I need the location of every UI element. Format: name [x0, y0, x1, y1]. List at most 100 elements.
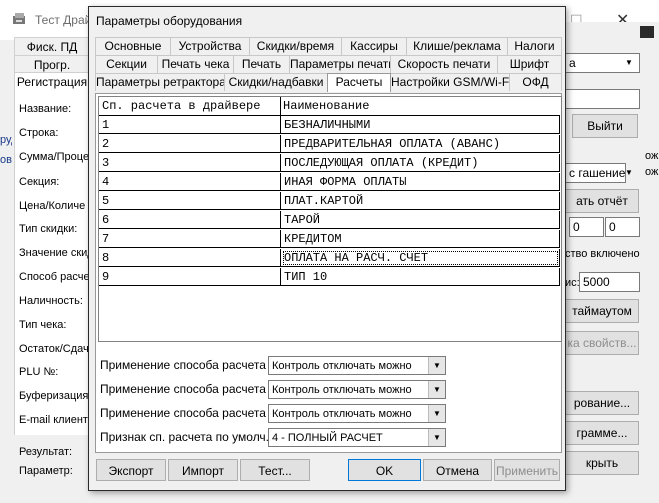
background-window-title: Тест Драй [35, 13, 92, 27]
import-button[interactable]: Импорт [168, 459, 238, 481]
tab-print-params[interactable]: Параметры печати [289, 55, 391, 73]
export-button[interactable]: Экспорт [96, 459, 166, 481]
tab-discounts-surcharges[interactable]: Скидки/надбавки [224, 73, 328, 91]
grid-cell-number[interactable]: 2 [99, 135, 281, 153]
select-value: 4 - ПОЛНЫЙ РАСЧЕТ [272, 432, 383, 444]
bg-field[interactable] [565, 89, 640, 109]
bg-label: PLU №: [19, 366, 59, 378]
chevron-down-icon[interactable]: ▼ [428, 357, 445, 374]
grid-cell-name[interactable]: ИНАЯ ФОРМА ОПЛАТЫ [281, 173, 560, 191]
tab-gsm-wifi[interactable]: Настройки GSM/Wi-Fi [390, 73, 510, 91]
grid-cell-number[interactable]: 3 [99, 154, 281, 172]
bg-panel [14, 90, 93, 435]
tab-print[interactable]: Печать [233, 55, 290, 73]
tab-payments[interactable]: Расчеты [327, 73, 391, 92]
grid-cell-number[interactable]: 7 [99, 230, 281, 248]
bg-timeout-field[interactable]: 5000 [579, 272, 640, 292]
tab-sections[interactable]: Секции [95, 55, 158, 73]
bg-enabled-text: ство включено [565, 248, 640, 260]
bg-combo-mode[interactable]: с гашение [565, 163, 626, 183]
grid-cell-name[interactable]: ПЛАТ.КАРТОЙ [281, 192, 560, 210]
equipment-params-dialog: Параметры оборудования Основные Устройст… [88, 6, 566, 491]
grid-cell-number[interactable]: 8 [99, 249, 281, 267]
grid-cell-number[interactable]: 1 [99, 116, 281, 134]
dialog-title: Параметры оборудования [96, 14, 243, 28]
bg-report-button[interactable]: ать отчёт [565, 189, 639, 213]
grid-cell-number[interactable]: 6 [99, 211, 281, 229]
payment-types-grid[interactable]: Сп. расчета в драйвере Наименование 1 БЕ… [98, 96, 562, 342]
bg-label: Тип чека: [19, 319, 67, 331]
bg-edge-text: рудо [0, 134, 12, 146]
chevron-down-icon[interactable]: ▼ [428, 381, 445, 398]
bg-label: Наличность: [19, 295, 83, 307]
payment-method-3-select[interactable]: Контроль отключать можно ▼ [268, 404, 446, 423]
bg-timeout-button[interactable]: таймаутом [565, 299, 639, 323]
grid-cell-number[interactable]: 9 [99, 268, 281, 286]
default-payment-sign-select[interactable]: 4 - ПОЛНЫЙ РАСЧЕТ ▼ [268, 428, 446, 447]
grid-cell-name[interactable]: ТАРОЙ [281, 211, 560, 229]
tab-retractor[interactable]: Параметры ретрактора [95, 73, 225, 91]
grid-cell-number[interactable]: 5 [99, 192, 281, 210]
bg-result-label: Результат: [19, 446, 73, 458]
tab-receipt-print[interactable]: Печать чека [157, 55, 234, 73]
bg-button[interactable]: крыть [565, 451, 639, 475]
tab-print-speed[interactable]: Скорость печати [390, 55, 498, 73]
bg-label: Способ расчет [19, 271, 95, 283]
payment-method-3-label: Применение способа расчета 3: [100, 406, 280, 420]
tab-ofd[interactable]: ОФД [509, 73, 562, 91]
toolbar-icon[interactable] [640, 26, 654, 38]
payments-panel: Сп. расчета в драйвере Наименование 1 БЕ… [95, 93, 562, 453]
chevron-down-icon[interactable]: ▼ [428, 429, 445, 446]
tab-cashiers[interactable]: Кассиры [341, 37, 407, 55]
grid-cell-name[interactable]: ПОСЛЕДУЮЩАЯ ОПЛАТА (КРЕДИТ) [281, 154, 560, 172]
test-button[interactable]: Тест... [240, 459, 310, 481]
default-payment-sign-label: Признак сп. расчета по умолч.: [100, 430, 273, 444]
payment-method-2-select[interactable]: Контроль отключать можно ▼ [268, 380, 446, 399]
payment-method-1-label: Применение способа расчета 1: [100, 358, 280, 372]
tab-taxes[interactable]: Налоги [507, 37, 562, 55]
bg-exit-button[interactable]: Выйти [572, 114, 638, 138]
bg-label: Сумма/Проце [19, 151, 90, 163]
bg-tab-fisk[interactable]: Фиск. ПД [14, 37, 90, 57]
bg-param-label: Параметр: [19, 465, 73, 477]
tabs-row-1: Основные Устройства Скидки/время Кассиры… [95, 37, 562, 56]
tab-font[interactable]: Шрифт [497, 55, 562, 73]
ok-button[interactable]: OK [348, 459, 421, 481]
bg-label: E-mail клиента [19, 414, 94, 426]
bg-edge-text: ожн [645, 150, 659, 162]
bg-tab-registration[interactable]: Регистрация [14, 72, 90, 92]
grid-cell-number[interactable]: 4 [99, 173, 281, 191]
select-value: Контроль отключать можно [272, 384, 412, 396]
select-value: Контроль отключать можно [272, 360, 412, 372]
grid-cell-name-selected[interactable]: ОПЛАТА НА РАСЧ. СЧЕТ [281, 249, 560, 267]
bg-small-field[interactable]: 0 [569, 217, 604, 237]
chevron-down-icon[interactable]: ▼ [622, 54, 636, 71]
bg-small-field[interactable]: 0 [605, 217, 640, 237]
tab-discounts-time[interactable]: Скидки/время [249, 37, 342, 55]
grid-cell-name[interactable]: ПРЕДВАРИТЕЛЬНАЯ ОПЛАТА (АВАНС) [281, 135, 560, 153]
tab-osnovnye[interactable]: Основные [95, 37, 171, 55]
chevron-down-icon[interactable]: ▼ [622, 164, 636, 181]
select-value: Контроль отключать можно [272, 408, 412, 420]
grid-header-name[interactable]: Наименование [281, 97, 560, 116]
bg-label: Строка: [19, 127, 59, 139]
apply-button: Применить [494, 459, 560, 481]
grid-header-driver-type[interactable]: Сп. расчета в драйвере [99, 97, 281, 116]
tab-devices[interactable]: Устройства [170, 37, 250, 55]
payment-method-2-label: Применение способа расчета 2: [100, 382, 280, 396]
cancel-button[interactable]: Отмена [423, 459, 492, 481]
bg-button[interactable]: рование... [565, 391, 639, 415]
bg-label: Остаток/Сдач [19, 343, 89, 355]
bg-label: Цена/Количе [19, 200, 86, 212]
chevron-down-icon[interactable]: ▼ [428, 405, 445, 422]
grid-cell-name[interactable]: КРЕДИТОМ [281, 230, 560, 248]
payment-method-1-select[interactable]: Контроль отключать можно ▼ [268, 356, 446, 375]
tab-cliche[interactable]: Клише/реклама [406, 37, 508, 55]
grid-cell-name[interactable]: БЕЗНАЛИЧНЫМИ [281, 116, 560, 134]
bg-label: Название: [19, 103, 72, 115]
bg-edge-text: ов [0, 154, 12, 166]
bg-label: Тип скидки: [19, 223, 78, 235]
bg-label: Секция: [19, 176, 60, 188]
bg-button[interactable]: грамме... [565, 421, 639, 445]
grid-cell-name[interactable]: ТИП 10 [281, 268, 560, 286]
